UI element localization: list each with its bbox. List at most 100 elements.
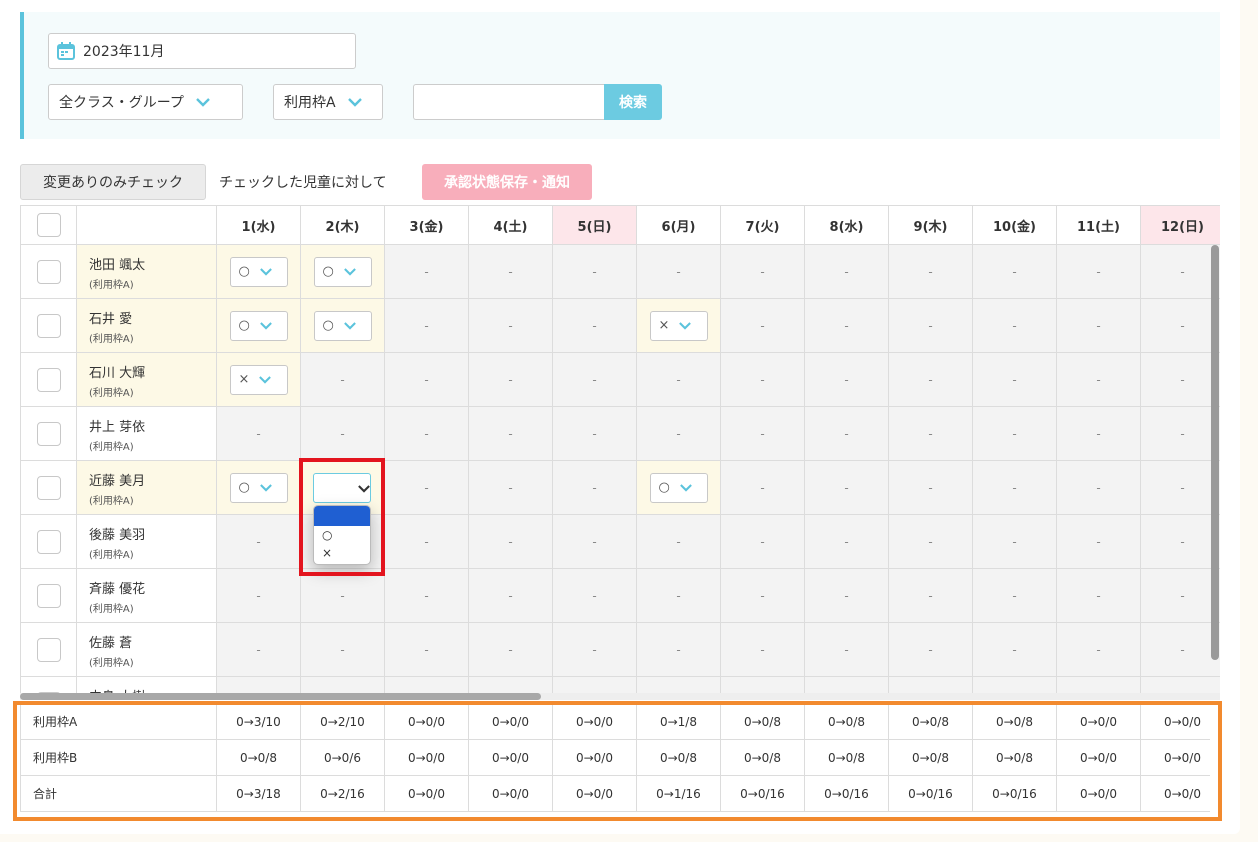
status-select[interactable]: ○ <box>229 256 288 287</box>
empty-dash: - <box>592 480 597 495</box>
quota-select[interactable]: 利用枠A <box>273 84 383 120</box>
checked-children-label: チェックした児童に対して <box>219 175 387 191</box>
status-value: ○ <box>238 264 250 279</box>
row-checkbox[interactable] <box>36 475 61 500</box>
select-all-checkbox[interactable] <box>36 213 61 237</box>
month-value: 2023年11月 <box>83 44 165 60</box>
child-name-cell: 後藤 美羽 (利用枠A) <box>77 515 217 569</box>
empty-dash: - <box>424 642 429 657</box>
day-header: 2(木) <box>301 205 385 245</box>
empty-dash: - <box>256 642 261 657</box>
row-checkbox[interactable] <box>36 529 61 554</box>
status-select[interactable]: ○ <box>229 472 288 503</box>
day-cell: - <box>385 353 469 407</box>
day-cell: - <box>553 515 637 569</box>
day-cell: - <box>1141 515 1220 569</box>
row-checkbox[interactable] <box>36 259 61 284</box>
search-input[interactable] <box>413 84 605 120</box>
status-select[interactable]: × <box>649 310 708 341</box>
row-checkbox[interactable] <box>36 637 61 662</box>
chevron-down-icon <box>679 483 692 492</box>
row-checkbox[interactable] <box>36 313 61 338</box>
vertical-scrollbar[interactable] <box>1211 245 1219 660</box>
search-button[interactable]: 検索 <box>604 84 662 120</box>
status-select[interactable]: × <box>229 364 288 395</box>
empty-dash: - <box>1012 480 1017 495</box>
day-cell: - <box>469 299 553 353</box>
class-group-select[interactable]: 全クラス・グループ <box>48 84 243 120</box>
child-name: 石川 大輝 <box>89 366 146 381</box>
chevron-down-icon <box>259 267 272 276</box>
horizontal-scrollbar[interactable] <box>20 693 541 700</box>
empty-dash: - <box>1180 480 1185 495</box>
child-group: (利用枠A) <box>89 388 134 399</box>
status-value: ○ <box>322 318 334 333</box>
empty-dash: - <box>424 372 429 387</box>
child-name: 斉藤 優花 <box>89 582 146 597</box>
annotation-highlight-orange <box>13 701 1222 821</box>
empty-dash: - <box>340 372 345 387</box>
status-value: ○ <box>238 318 250 333</box>
empty-dash: - <box>340 642 345 657</box>
empty-dash: - <box>424 426 429 441</box>
status-select[interactable]: ○ <box>313 256 372 287</box>
status-select[interactable]: ○ <box>229 310 288 341</box>
day-cell: - <box>385 515 469 569</box>
day-cell: - <box>553 407 637 461</box>
empty-dash: - <box>1096 534 1101 549</box>
day-cell: - <box>385 245 469 299</box>
day-cell: - <box>217 407 301 461</box>
quota-value: 利用枠A <box>284 95 336 111</box>
day-cell: - <box>721 461 805 515</box>
empty-dash: - <box>1012 426 1017 441</box>
child-name: 石井 愛 <box>89 312 133 327</box>
empty-dash: - <box>676 264 681 279</box>
save-notify-button[interactable]: 承認状態保存・通知 <box>422 164 592 200</box>
calendar-icon <box>57 42 75 60</box>
row-checkbox[interactable] <box>36 583 61 608</box>
child-group: (利用枠A) <box>89 550 134 561</box>
empty-dash: - <box>592 588 597 603</box>
day-cell: - <box>973 623 1057 677</box>
empty-dash: - <box>844 642 849 657</box>
empty-dash: - <box>1012 318 1017 333</box>
empty-dash: - <box>1180 534 1185 549</box>
day-cell: - <box>553 353 637 407</box>
empty-dash: - <box>256 426 261 441</box>
day-cell: - <box>217 515 301 569</box>
day-cell: - <box>1141 353 1220 407</box>
empty-dash: - <box>676 588 681 603</box>
empty-dash: - <box>760 264 765 279</box>
day-cell: - <box>889 245 973 299</box>
row-checkbox[interactable] <box>36 367 61 392</box>
month-picker[interactable]: 2023年11月 <box>48 33 356 69</box>
child-group: (利用枠A) <box>89 496 134 507</box>
day-cell: - <box>469 353 553 407</box>
day-cell: - <box>1057 299 1141 353</box>
day-header: 8(水) <box>805 205 889 245</box>
day-cell: - <box>469 407 553 461</box>
day-cell: - <box>973 299 1057 353</box>
child-name-cell: 井上 芽依 (利用枠A) <box>77 407 217 461</box>
empty-dash: - <box>676 642 681 657</box>
chevron-down-icon <box>259 483 272 492</box>
day-cell: - <box>973 569 1057 623</box>
empty-dash: - <box>928 642 933 657</box>
status-select[interactable]: ○ <box>313 310 372 341</box>
changed-only-check-button[interactable]: 変更ありのみチェック <box>20 164 206 200</box>
day-header: 10(金) <box>973 205 1057 245</box>
day-cell: - <box>1057 407 1141 461</box>
empty-dash: - <box>1180 588 1185 603</box>
empty-dash: - <box>592 642 597 657</box>
empty-dash: - <box>844 318 849 333</box>
empty-dash: - <box>508 480 513 495</box>
day-cell: - <box>1141 623 1220 677</box>
day-cell: - <box>805 515 889 569</box>
empty-dash: - <box>508 372 513 387</box>
day-cell: - <box>637 245 721 299</box>
status-select[interactable]: ○ <box>649 472 708 503</box>
row-checkbox[interactable] <box>36 421 61 446</box>
empty-dash: - <box>1180 264 1185 279</box>
empty-dash: - <box>1096 372 1101 387</box>
day-cell: - <box>1057 245 1141 299</box>
